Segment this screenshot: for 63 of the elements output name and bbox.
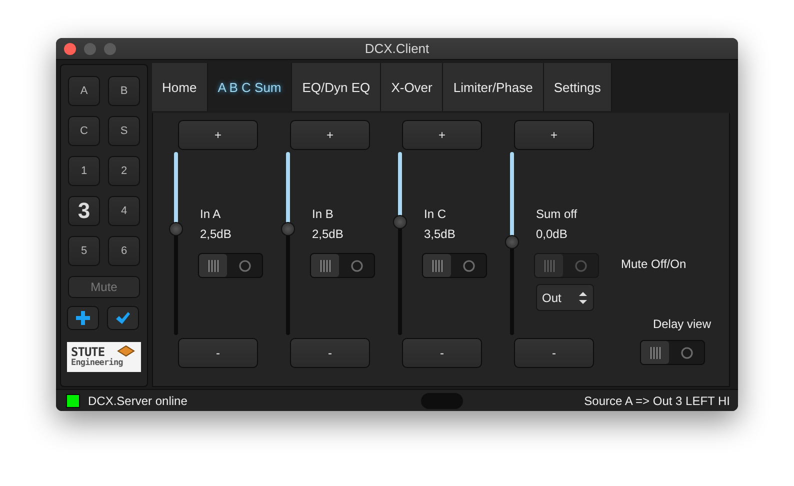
increase-button[interactable]: + <box>402 120 482 150</box>
add-button[interactable] <box>67 306 99 330</box>
channel-button[interactable]: B <box>108 76 140 106</box>
nav-tab[interactable]: Home <box>152 63 208 111</box>
mute-toggle[interactable] <box>422 253 487 278</box>
checkmark-icon <box>116 312 130 324</box>
channel-button[interactable]: 1 <box>68 156 100 186</box>
delay-label: Delay view <box>652 317 711 331</box>
mute-toggle[interactable] <box>310 253 375 278</box>
channel-button[interactable]: 2 <box>108 156 140 186</box>
channel-button[interactable]: S <box>108 116 140 146</box>
circle-icon <box>680 346 692 358</box>
channel-button[interactable]: 6 <box>108 236 140 266</box>
gain-reading: 2,5dB <box>200 226 232 243</box>
slider-thumb[interactable] <box>281 222 295 236</box>
channel-button[interactable]: 5 <box>68 236 100 266</box>
server-status: DCX.Server online <box>88 394 188 408</box>
decrease-button[interactable]: - <box>402 338 482 368</box>
channel-name: In B <box>312 206 334 223</box>
mute-label: Mute Off/On <box>621 257 688 271</box>
plus-icon <box>76 311 90 325</box>
channel-name: In A <box>200 206 222 223</box>
channel-button[interactable]: A <box>68 76 100 106</box>
channel-button[interactable]: 4 <box>108 196 140 226</box>
slider-thumb[interactable] <box>393 214 407 229</box>
stepper-icon <box>579 292 587 304</box>
gain-reading: 0,0dB <box>536 226 568 243</box>
nav-tab[interactable]: X-Over <box>381 63 444 111</box>
grip-icon <box>208 260 218 272</box>
decrease-button[interactable]: - <box>514 338 594 368</box>
window-title: DCX.Client <box>364 41 430 56</box>
channel-button[interactable]: C <box>68 116 100 146</box>
circle-icon <box>574 260 586 272</box>
nav-tab[interactable]: Limiter/Phase <box>443 63 544 111</box>
grip-icon <box>544 260 554 272</box>
channel-name: Sum off <box>536 206 578 223</box>
logo-text: STUTE <box>71 346 105 358</box>
circle-icon <box>462 260 474 272</box>
gain-reading: 3,5dB <box>424 226 456 243</box>
delay-toggle[interactable] <box>640 340 705 365</box>
route-status: Source A => Out 3 LEFT HI <box>584 394 730 408</box>
grip-icon <box>320 260 330 272</box>
channel-name: In C <box>424 206 448 223</box>
channel-button[interactable]: 3 <box>68 196 100 226</box>
slider-thumb[interactable] <box>169 222 183 236</box>
mute-toggle[interactable] <box>198 253 263 278</box>
nav-tab[interactable]: Settings <box>544 63 612 111</box>
decrease-button[interactable]: - <box>178 338 258 368</box>
nav-tab[interactable]: EQ/Dyn EQ <box>292 63 382 111</box>
slider-thumb[interactable] <box>505 234 519 249</box>
grip-icon <box>650 346 660 358</box>
gain-reading: 2,5dB <box>312 226 344 243</box>
output-select[interactable]: Out <box>536 284 594 311</box>
circle-icon <box>350 260 362 272</box>
logo-text: Engineering <box>71 358 124 368</box>
decrease-button[interactable]: - <box>290 338 370 368</box>
confirm-button[interactable] <box>107 306 139 330</box>
increase-button[interactable]: + <box>178 120 258 150</box>
increase-button[interactable]: + <box>514 120 594 150</box>
close-icon[interactable] <box>64 42 76 54</box>
circle-icon <box>238 260 250 272</box>
increase-button[interactable]: + <box>290 120 370 150</box>
grip-icon <box>432 260 442 272</box>
